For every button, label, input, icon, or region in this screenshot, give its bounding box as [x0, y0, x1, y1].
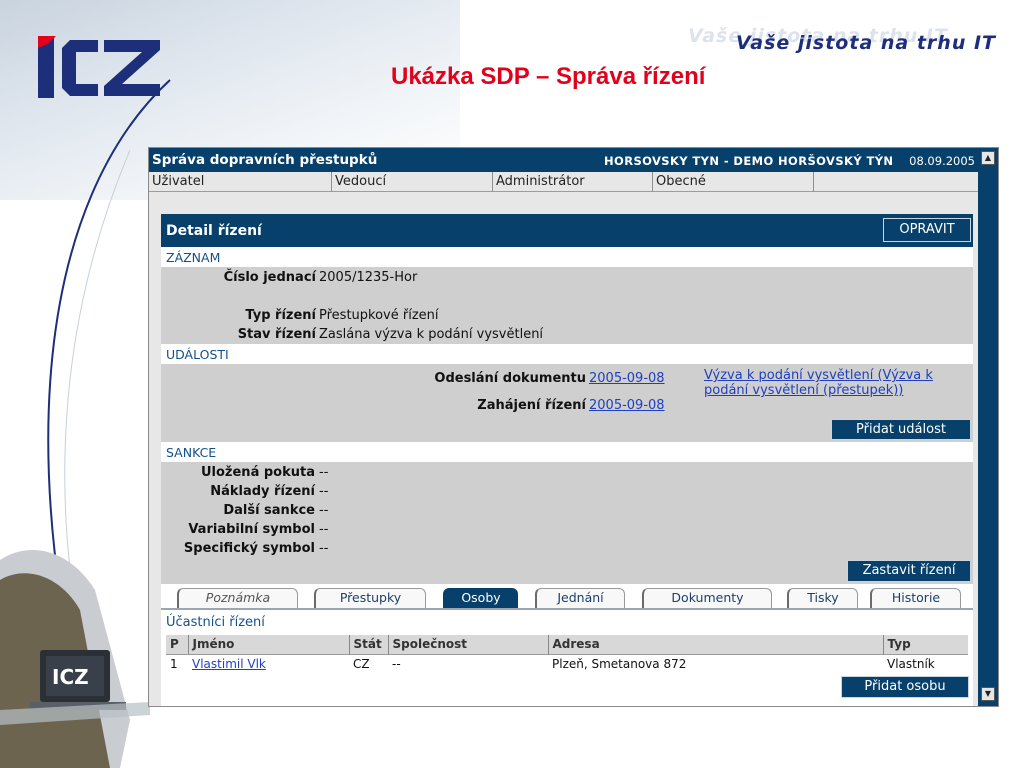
edit-button[interactable]: OPRAVIT	[883, 218, 971, 242]
menu-item-obecne[interactable]: Obecné	[653, 172, 814, 192]
tab-osoby[interactable]: Osoby	[443, 588, 518, 608]
sanctions-section: Uložená pokuta -- Náklady řízení -- Dalš…	[161, 462, 973, 584]
tab-poznamka[interactable]: Poznámka	[177, 588, 298, 608]
tab-prestupky[interactable]: Přestupky	[314, 588, 426, 608]
event-document-line2: podání vysvětlení (přestupek))	[704, 383, 904, 398]
record-type-value: Přestupkové řízení	[319, 308, 439, 323]
sanction-label: Variabilní symbol	[188, 522, 315, 537]
column-header-spolecnost[interactable]: Společnost	[388, 635, 549, 655]
slide-title: Ukázka SDP – Správa řízení	[391, 63, 706, 90]
section-sanctions-label: SANKCE	[161, 443, 973, 462]
sanction-label: Uložená pokuta	[200, 465, 315, 480]
sanction-value: --	[319, 484, 329, 499]
scroll-up-icon[interactable]: ▲	[981, 151, 995, 165]
event-date-link[interactable]: 2005-09-08	[589, 398, 665, 413]
app-title: Správa dopravních přestupků	[152, 152, 378, 168]
sanction-value: --	[319, 522, 329, 537]
businessman-photo: ICZ	[0, 550, 150, 768]
table-header-row: P Jméno Stát Společnost Adresa Typ	[166, 635, 968, 655]
add-event-button[interactable]: Přidat událost	[831, 419, 971, 440]
sanction-label: Další sankce	[223, 503, 315, 518]
tab-dokumenty[interactable]: Dokumenty	[642, 588, 772, 608]
main-menu: Uživatel Vedoucí Administrátor Obecné	[149, 172, 979, 192]
icz-logo	[38, 36, 160, 98]
cell-company: --	[392, 656, 401, 671]
column-header-stat[interactable]: Stát	[349, 635, 389, 655]
record-section: Číslo jednací 2005/1235-Hor Typ řízení P…	[161, 267, 973, 344]
detail-title: Detail řízení	[166, 223, 262, 239]
participants-table: P Jméno Stát Společnost Adresa Typ 1 Vla…	[166, 635, 968, 673]
tab-historie[interactable]: Historie	[870, 588, 961, 608]
events-section: Odeslání dokumentu 2005-09-08 Výzva k po…	[161, 364, 973, 442]
record-number-value: 2005/1235-Hor	[319, 270, 418, 285]
menu-item-uzivatel[interactable]: Uživatel	[149, 172, 332, 192]
tab-jednani[interactable]: Jednání	[535, 588, 625, 608]
record-status-value: Zaslána výzva k podání vysvětlení	[319, 327, 544, 342]
event-label: Zahájení řízení	[477, 398, 586, 413]
sanction-value: --	[319, 503, 329, 518]
participants-title: Účastníci řízení	[166, 615, 265, 630]
menu-item-administrator[interactable]: Administrátor	[493, 172, 653, 192]
scroll-down-icon[interactable]: ▼	[981, 687, 995, 701]
app-titlebar: Správa dopravních přestupků HORSOVSKY TY…	[149, 148, 979, 172]
column-header-p[interactable]: P	[166, 635, 189, 655]
tab-tisky[interactable]: Tisky	[787, 588, 858, 608]
table-row[interactable]: 1 Vlastimil Vlk CZ -- Plzeň, Smetanova 8…	[166, 654, 968, 673]
sanction-value: --	[319, 541, 329, 556]
svg-text:ICZ: ICZ	[52, 665, 89, 689]
column-header-jmeno[interactable]: Jméno	[188, 635, 350, 655]
detail-header: Detail řízení OPRAVIT	[161, 214, 973, 247]
app-window: Správa dopravních přestupků HORSOVSKY TY…	[148, 147, 999, 707]
record-number-label: Číslo jednací	[223, 270, 316, 285]
cell-country: CZ	[353, 656, 370, 671]
section-record-label: ZÁZNAM	[161, 248, 973, 267]
organization-name: HORSOVSKY TYN - DEMO HORŠOVSKÝ TÝN	[604, 154, 894, 168]
record-type-label: Typ řízení	[245, 308, 316, 323]
tab-strip: Poznámka Přestupky Osoby Jednání Dokumen…	[161, 585, 973, 610]
record-status-label: Stav řízení	[237, 327, 316, 342]
event-document-line1: Výzva k podání vysvětlení (Výzva k	[704, 368, 933, 383]
menu-item-vedouci[interactable]: Vedoucí	[332, 172, 493, 192]
sanction-label: Náklady řízení	[210, 484, 315, 499]
slogan: Vaše jistota na trhu IT	[736, 32, 996, 54]
cell-address: Plzeň, Smetanova 872	[552, 656, 687, 671]
participant-name-link[interactable]: Vlastimil Vlk	[192, 657, 266, 671]
column-header-adresa[interactable]: Adresa	[548, 635, 884, 655]
event-label: Odeslání dokumentu	[434, 371, 586, 386]
stop-proceedings-button[interactable]: Zastavit řízení	[847, 560, 971, 582]
current-date: 08.09.2005	[909, 154, 975, 168]
cell-type: Vlastník	[887, 656, 935, 671]
cell-p: 1	[170, 656, 178, 671]
section-events-label: UDÁLOSTI	[161, 345, 973, 364]
event-date-link[interactable]: 2005-09-08	[589, 371, 665, 386]
add-person-button[interactable]: Přidat osobu	[841, 676, 969, 698]
detail-panel: Detail řízení OPRAVIT ZÁZNAM Číslo jedna…	[161, 214, 973, 706]
event-document-link[interactable]: Výzva k podání vysvětlení (Výzva k podání…	[704, 368, 933, 398]
vertical-scrollbar[interactable]: ▲ ▼	[978, 148, 998, 706]
sanction-value: --	[319, 465, 329, 480]
sanction-label: Specifický symbol	[183, 541, 315, 556]
cell-name: Vlastimil Vlk	[188, 654, 349, 673]
column-header-typ[interactable]: Typ	[883, 635, 968, 655]
